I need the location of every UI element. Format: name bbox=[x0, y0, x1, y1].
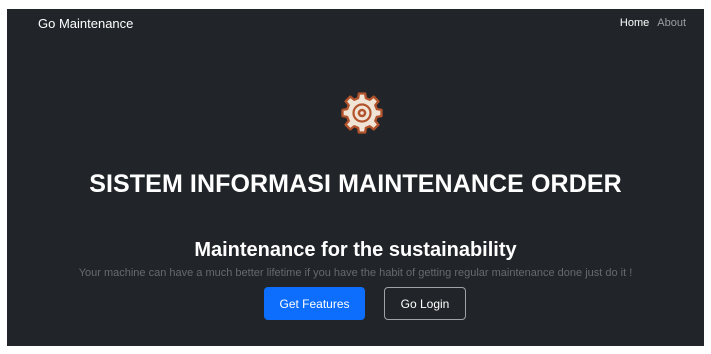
page-title: SISTEM INFORMASI MAINTENANCE ORDER bbox=[89, 169, 622, 198]
nav-links: Home About bbox=[620, 17, 686, 29]
hero-description: Your machine can have a much better life… bbox=[78, 267, 633, 279]
hero-subtitle: Maintenance for the sustainability bbox=[194, 238, 517, 261]
brand-link[interactable]: Go Maintenance bbox=[38, 16, 133, 31]
nav-link-home[interactable]: Home bbox=[620, 17, 649, 29]
navbar: Go Maintenance Home About bbox=[7, 9, 704, 39]
nav-link-about[interactable]: About bbox=[657, 17, 686, 29]
get-features-button[interactable]: Get Features bbox=[264, 287, 365, 320]
go-login-button[interactable]: Go Login bbox=[384, 287, 466, 320]
page-frame: Go Maintenance Home About SISTEM INFORMA… bbox=[7, 9, 704, 346]
gear-icon bbox=[338, 89, 386, 137]
